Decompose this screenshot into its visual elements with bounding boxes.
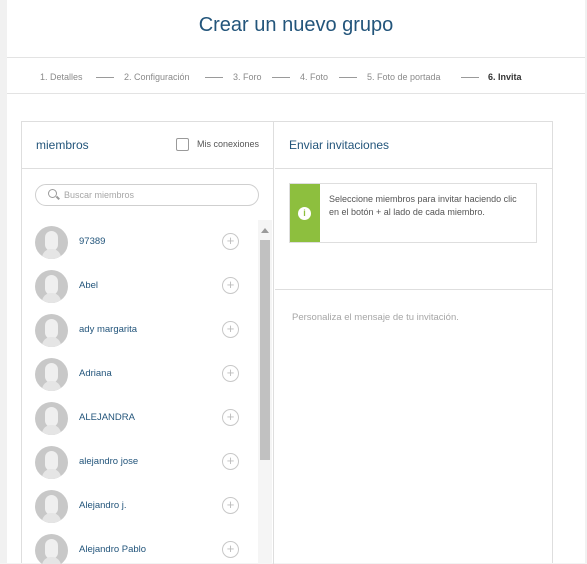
notice-text: Seleccione miembros para invitar haciend… bbox=[329, 194, 517, 217]
step-separator bbox=[272, 77, 290, 78]
step-forum[interactable]: 3. Foro bbox=[233, 72, 262, 82]
invitations-column: Enviar invitaciones i Seleccione miembro… bbox=[275, 122, 553, 564]
step-cover-photo[interactable]: 5. Foto de portada bbox=[367, 72, 441, 82]
member-name[interactable]: Adriana bbox=[79, 368, 112, 379]
page-title: Crear un nuevo grupo bbox=[198, 14, 394, 36]
connections-checkbox[interactable] bbox=[176, 138, 189, 151]
list-item: 97389 + bbox=[22, 220, 258, 264]
member-name[interactable]: ALEJANDRA bbox=[79, 412, 135, 423]
avatar bbox=[35, 490, 68, 523]
info-icon: i bbox=[298, 207, 311, 220]
avatar bbox=[35, 314, 68, 347]
step-configuration[interactable]: 2. Configuración bbox=[124, 72, 190, 82]
scrollbar-thumb[interactable] bbox=[260, 240, 270, 460]
connections-label[interactable]: Mis conexiones bbox=[197, 139, 259, 149]
add-member-button[interactable]: + bbox=[222, 365, 239, 382]
list-item: Adriana + bbox=[22, 352, 258, 396]
list-item: ALEJANDRA + bbox=[22, 396, 258, 440]
avatar bbox=[35, 226, 68, 259]
avatar bbox=[35, 402, 68, 435]
avatar bbox=[35, 534, 68, 564]
search-input[interactable] bbox=[64, 187, 249, 203]
scroll-up-arrow-icon[interactable] bbox=[261, 228, 269, 233]
invitations-title: Enviar invitaciones bbox=[289, 138, 390, 152]
step-details[interactable]: 1. Detalles bbox=[40, 72, 83, 82]
members-title: miembros bbox=[36, 138, 89, 152]
add-member-button[interactable]: + bbox=[222, 409, 239, 426]
add-member-button[interactable]: + bbox=[222, 277, 239, 294]
member-name[interactable]: ady margarita bbox=[79, 324, 137, 335]
member-name[interactable]: Alejandro j. bbox=[79, 500, 127, 511]
search-icon bbox=[48, 189, 57, 198]
member-list: 97389 + Abel + ady margarita + Adriana + bbox=[22, 220, 258, 564]
avatar bbox=[35, 358, 68, 391]
step-invite[interactable]: 6. Invita bbox=[488, 72, 522, 82]
invitations-header: Enviar invitaciones bbox=[275, 122, 553, 169]
step-separator bbox=[461, 77, 479, 78]
avatar bbox=[35, 270, 68, 303]
member-list-scrollbar[interactable] bbox=[258, 220, 272, 564]
member-name[interactable]: alejandro jose bbox=[79, 456, 138, 467]
add-member-button[interactable]: + bbox=[222, 541, 239, 558]
step-separator bbox=[96, 77, 114, 78]
add-member-button[interactable]: + bbox=[222, 453, 239, 470]
invite-panel: miembros Mis conexiones 97389 + Abel + bbox=[21, 121, 553, 564]
wizard-steps: 1. Detalles 2. Configuración 3. Foro 4. … bbox=[7, 58, 585, 94]
list-item: Abel + bbox=[22, 264, 258, 308]
member-name[interactable]: 97389 bbox=[79, 236, 105, 247]
step-separator bbox=[339, 77, 357, 78]
members-column: miembros Mis conexiones 97389 + Abel + bbox=[22, 122, 274, 564]
list-item: ady margarita + bbox=[22, 308, 258, 352]
divider bbox=[275, 289, 553, 290]
step-photo[interactable]: 4. Foto bbox=[300, 72, 328, 82]
add-member-button[interactable]: + bbox=[222, 321, 239, 338]
member-name[interactable]: Alejandro Pablo bbox=[79, 544, 146, 555]
invitation-message-field[interactable]: Personaliza el mensaje de tu invitación. bbox=[292, 312, 459, 323]
members-header: miembros Mis conexiones bbox=[22, 122, 274, 169]
search-box bbox=[35, 184, 259, 206]
add-member-button[interactable]: + bbox=[222, 497, 239, 514]
notice-accent-bar: i bbox=[290, 184, 320, 242]
list-item: Alejandro j. + bbox=[22, 484, 258, 528]
page-header: Crear un nuevo grupo bbox=[7, 0, 585, 58]
page: Crear un nuevo grupo 1. Detalles 2. Conf… bbox=[0, 0, 587, 564]
step-separator bbox=[205, 77, 223, 78]
add-member-button[interactable]: + bbox=[222, 233, 239, 250]
member-name[interactable]: Abel bbox=[79, 280, 98, 291]
avatar bbox=[35, 446, 68, 479]
list-item: Alejandro Pablo + bbox=[22, 528, 258, 564]
list-item: alejandro jose + bbox=[22, 440, 258, 484]
info-notice: i Seleccione miembros para invitar hacie… bbox=[289, 183, 537, 243]
